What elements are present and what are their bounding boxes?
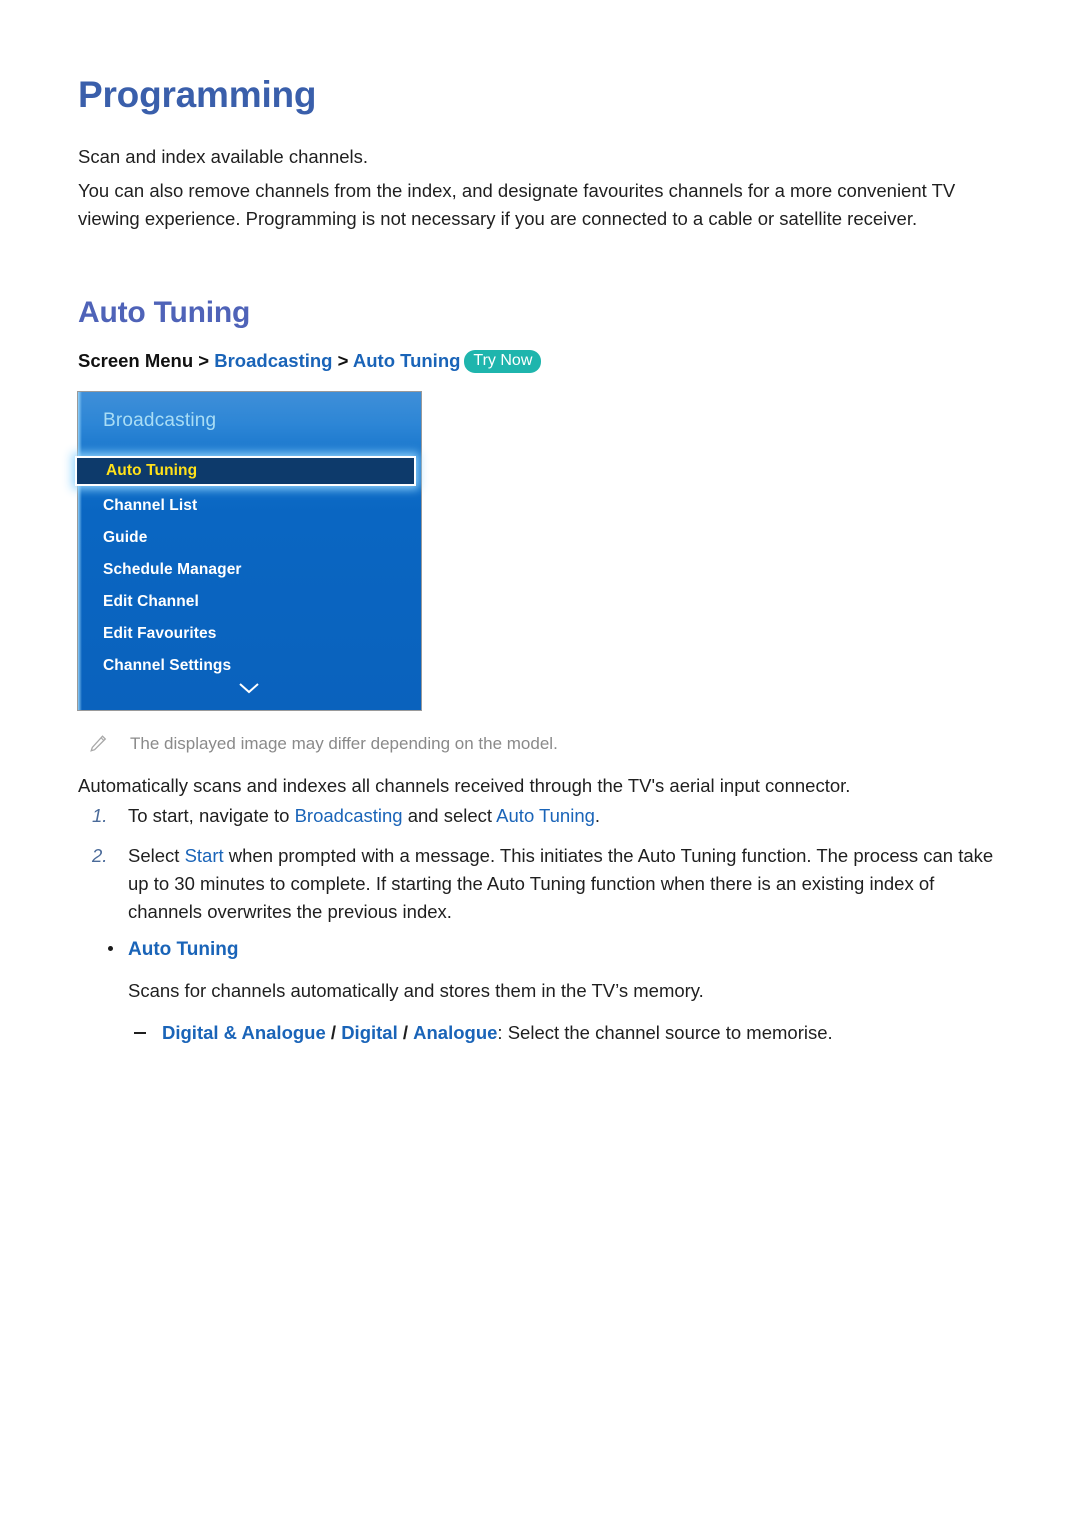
breadcrumb-item-broadcasting[interactable]: Broadcasting [214,350,332,371]
step-text-1-part-3: . [594,805,601,826]
sub-option-choice-1[interactable]: Digital & Analogue [162,1022,326,1043]
step-link-broadcasting[interactable]: Broadcasting [295,805,403,826]
tv-menu-item-edit-channel[interactable]: Edit Channel [103,593,199,611]
breadcrumb-root: Screen Menu [78,350,194,371]
section-heading: Auto Tuning [78,296,251,329]
step-link-start[interactable]: Start [185,845,224,866]
intro-paragraph-1: Scan and index available channels. [78,146,369,167]
tv-menu-item-channel-list[interactable]: Channel List [103,497,197,515]
tv-menu-left-glow [78,392,82,710]
step-item-1: 1. To start, navigate to Broadcasting an… [78,802,1008,830]
tv-menu-item-schedule-manager[interactable]: Schedule Manager [103,561,242,579]
sub-option-choice-3[interactable]: Analogue [413,1022,497,1043]
option-title-row: Auto Tuning [78,935,1008,964]
tv-menu-item-auto-tuning[interactable]: Auto Tuning [106,462,197,480]
note-row: The displayed image may differ depending… [88,733,988,755]
tv-menu-inner: Broadcasting Auto Tuning Channel List Gu… [75,392,421,710]
breadcrumb: Screen Menu > Broadcasting > Auto Tuning… [78,348,542,375]
breadcrumb-item-auto-tuning[interactable]: Auto Tuning [353,350,461,371]
sub-option-description: : Select the channel source to memorise. [497,1022,833,1043]
step-text-2-part-1: Select [128,845,185,866]
sub-option-choice-2[interactable]: Digital [341,1022,398,1043]
option-title[interactable]: Auto Tuning [128,939,238,960]
procedure-intro: Automatically scans and indexes all chan… [78,775,851,796]
breadcrumb-separator-1: > [198,350,210,371]
tv-menu-item-guide[interactable]: Guide [103,529,147,547]
page-title: Programming [78,74,317,115]
step-text-1-part-1: To start, navigate to [128,805,295,826]
step-item-2: 2. Select Start when prompted with a mes… [78,842,1008,926]
option-description: Scans for channels automatically and sto… [128,980,704,1001]
step-number-1: 1. [92,805,108,826]
tv-menu-panel: Broadcasting Auto Tuning Channel List Gu… [75,392,421,710]
step-text-2-part-2: when prompted with a message. This initi… [128,845,994,922]
sub-option-separator-2: / [402,1022,408,1043]
step-link-auto-tuning[interactable]: Auto Tuning [496,805,595,826]
tv-menu-header: Broadcasting [103,410,217,431]
dash-icon [134,1032,146,1034]
step-text-1-part-2: and select [402,805,497,826]
chevron-down-icon[interactable] [238,682,260,694]
document-page: Programming Scan and index available cha… [0,0,1080,1527]
bullet-dot-icon [108,946,113,951]
try-now-badge[interactable]: Try Now [464,350,542,373]
tv-menu-item-channel-settings[interactable]: Channel Settings [103,657,231,675]
sub-option-row: Digital & Analogue / Digital / Analogue:… [78,1019,1008,1047]
note-text: The displayed image may differ depending… [130,734,558,753]
breadcrumb-separator-2: > [337,350,349,371]
procedure-steps: 1. To start, navigate to Broadcasting an… [78,802,1008,938]
step-number-2: 2. [92,845,108,866]
pencil-icon [90,735,107,752]
option-block: Auto Tuning Scans for channels automatic… [78,935,1008,1047]
intro-paragraph-2: You can also remove channels from the in… [78,180,956,229]
tv-menu-item-edit-favourites[interactable]: Edit Favourites [103,625,216,643]
sub-option-separator-1: / [330,1022,337,1043]
